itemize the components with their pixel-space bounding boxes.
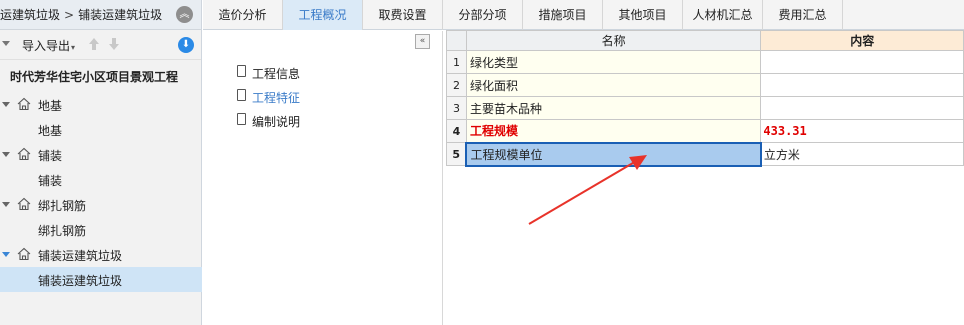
- tree-group-label: 铺装运建筑垃圾: [38, 249, 123, 263]
- download-icon[interactable]: ⬇: [178, 37, 194, 53]
- row-number: 2: [446, 73, 467, 97]
- row-number: 3: [446, 96, 467, 120]
- import-export-label: 导入导出: [22, 39, 71, 53]
- tree-group-label: 地基: [38, 99, 63, 113]
- import-export-button[interactable]: 导入导出▾: [22, 37, 75, 54]
- table-row[interactable]: 2 绿化面积: [446, 73, 964, 97]
- collapse-left-icon[interactable]: «: [415, 34, 430, 49]
- content-column-header[interactable]: 内容: [760, 30, 964, 51]
- nav-item-label: 工程特征: [252, 90, 301, 105]
- collapse-up-icon[interactable]: ︽: [176, 6, 193, 23]
- value-cell[interactable]: [760, 96, 964, 120]
- nav-item-notes[interactable]: 编制说明: [237, 111, 300, 131]
- collapse-caret-icon[interactable]: [2, 152, 10, 157]
- name-cell[interactable]: 绿化类型: [465, 50, 762, 74]
- tree-root[interactable]: 时代芳华住宅小区项目景观工程: [0, 62, 202, 92]
- tree-child-label: 绑扎钢筋: [38, 224, 87, 238]
- house-icon: [17, 147, 31, 161]
- document-icon: [237, 65, 246, 77]
- collapse-caret-icon[interactable]: [2, 102, 10, 107]
- move-down-icon[interactable]: [108, 37, 120, 51]
- tree-group-3[interactable]: 铺装运建筑垃圾: [0, 242, 202, 267]
- grid-header-row: 名称 内容: [446, 30, 964, 51]
- tab-measures[interactable]: 措施项目: [523, 0, 603, 30]
- name-cell[interactable]: 工程规模单位: [465, 141, 762, 167]
- breadcrumb-separator: >: [64, 7, 75, 22]
- breadcrumb-current: 铺装运建筑垃圾: [78, 8, 163, 22]
- nav-item-label: 编制说明: [252, 114, 301, 129]
- row-number: 4: [446, 119, 467, 143]
- tree-child-label: 地基: [38, 124, 63, 138]
- row-number-header: [446, 30, 467, 51]
- tab-materials-summary[interactable]: 人材机汇总: [683, 0, 763, 30]
- tree-child-1[interactable]: 铺装: [0, 167, 202, 192]
- nav-item-project-info[interactable]: 工程信息: [237, 63, 300, 83]
- house-icon: [17, 247, 31, 261]
- table-row[interactable]: 4 工程规模 433.31: [446, 119, 964, 143]
- left-panel: 运建筑垃圾 > 铺装运建筑垃圾 ︽ 导入导出▾ ⬇ 时代芳华住宅小区项目景观工程…: [0, 0, 202, 325]
- tree-child-label: 铺装运建筑垃圾: [38, 274, 123, 288]
- table-row[interactable]: 1 绿化类型: [446, 50, 964, 74]
- tree-child-2[interactable]: 绑扎钢筋: [0, 217, 202, 242]
- collapse-caret-icon[interactable]: [2, 202, 10, 207]
- tab-cost-summary[interactable]: 费用汇总: [763, 0, 843, 30]
- tab-sections[interactable]: 分部分项: [443, 0, 523, 30]
- expand-caret-icon[interactable]: [2, 41, 10, 46]
- overview-nav-panel: « 工程信息 工程特征 编制说明: [203, 31, 443, 325]
- name-cell[interactable]: 主要苗木品种: [465, 96, 762, 120]
- name-cell[interactable]: 绿化面积: [465, 73, 762, 97]
- nav-item-project-features[interactable]: 工程特征: [237, 87, 300, 107]
- tree-child-label: 铺装: [38, 174, 63, 188]
- row-number: 1: [446, 50, 467, 74]
- tree-group-0[interactable]: 地基: [0, 92, 202, 117]
- tree-child-0[interactable]: 地基: [0, 117, 202, 142]
- breadcrumb: 运建筑垃圾 > 铺装运建筑垃圾 ︽: [0, 0, 201, 30]
- tab-cost-analysis[interactable]: 造价分析: [203, 0, 283, 30]
- project-tree: 时代芳华住宅小区项目景观工程 地基 地基 铺装 铺装 绑扎钢筋 绑扎钢筋 铺装运…: [0, 62, 202, 292]
- row-number: 5: [446, 142, 467, 166]
- table-row[interactable]: 3 主要苗木品种: [446, 96, 964, 120]
- name-cell[interactable]: 工程规模: [465, 119, 762, 143]
- name-column-header[interactable]: 名称: [465, 30, 762, 51]
- dropdown-caret-icon: ▾: [71, 43, 76, 52]
- tab-other-items[interactable]: 其他项目: [603, 0, 683, 30]
- tab-fee-settings[interactable]: 取费设置: [363, 0, 443, 30]
- tree-group-label: 绑扎钢筋: [38, 199, 87, 213]
- tree-group-1[interactable]: 铺装: [0, 142, 202, 167]
- table-row[interactable]: 5 工程规模单位 立方米: [446, 141, 964, 167]
- tree-group-2[interactable]: 绑扎钢筋: [0, 192, 202, 217]
- tab-bar: 造价分析 工程概况 取费设置 分部分项 措施项目 其他项目 人材机汇总 费用汇总: [203, 0, 964, 30]
- tree-child-3[interactable]: 铺装运建筑垃圾: [0, 267, 202, 292]
- nav-item-label: 工程信息: [252, 66, 301, 81]
- tree-group-label: 铺装: [38, 149, 63, 163]
- collapse-caret-icon[interactable]: [2, 252, 10, 257]
- features-grid: 名称 内容 1 绿化类型 2 绿化面积 3 主要苗木品种 4 工程规模 433.…: [446, 30, 964, 167]
- house-icon: [17, 197, 31, 211]
- value-cell[interactable]: 433.31: [760, 119, 964, 143]
- move-up-icon[interactable]: [88, 37, 100, 51]
- tab-project-overview[interactable]: 工程概况: [283, 0, 363, 30]
- breadcrumb-parent[interactable]: 运建筑垃圾: [0, 6, 60, 23]
- document-icon: [237, 89, 246, 101]
- value-cell[interactable]: [760, 50, 964, 74]
- value-cell[interactable]: 立方米: [760, 142, 964, 166]
- value-cell[interactable]: [760, 73, 964, 97]
- left-toolbar: 导入导出▾ ⬇: [0, 30, 201, 60]
- document-icon: [237, 113, 246, 125]
- house-icon: [17, 97, 31, 111]
